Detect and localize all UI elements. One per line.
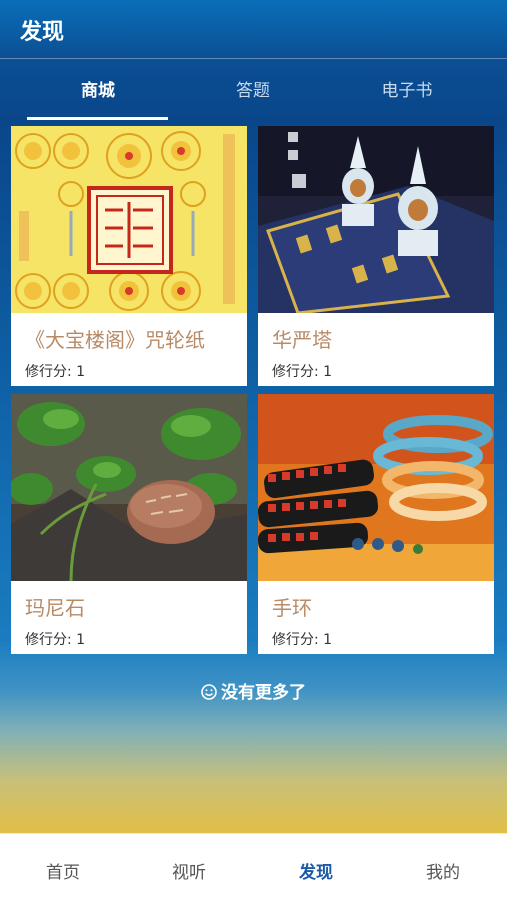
nav-me[interactable]: 我的 (380, 858, 506, 883)
mantra-wheel-paper-image (11, 126, 247, 313)
bottom-nav: 首页 视听 发现 我的 (0, 833, 507, 901)
tab-ebook[interactable]: 电子书 (337, 76, 477, 101)
nav-media[interactable]: 视听 (126, 858, 252, 883)
tab-quiz[interactable]: 答题 (183, 76, 323, 101)
product-score: 修行分: 1 (25, 364, 86, 380)
product-name: 手环 (272, 596, 312, 620)
active-tab-indicator (27, 117, 168, 120)
product-name: 《大宝楼阁》咒轮纸 (25, 328, 205, 352)
bracelets-image (258, 394, 494, 581)
product-score: 修行分: 1 (272, 364, 333, 380)
product-card[interactable]: 华严塔 修行分: 1 (258, 126, 494, 386)
category-tabs: 商城 答题 电子书 (0, 62, 507, 120)
product-card[interactable]: 《大宝楼阁》咒轮纸 修行分: 1 (11, 126, 247, 386)
tab-mall[interactable]: 商城 (28, 76, 168, 101)
smile-icon (201, 684, 217, 700)
product-score: 修行分: 1 (272, 632, 333, 648)
no-more-indicator: 没有更多了 (0, 678, 507, 703)
product-name: 华严塔 (272, 328, 332, 352)
nav-home[interactable]: 首页 (0, 858, 126, 883)
product-score: 修行分: 1 (25, 632, 86, 648)
product-grid: 《大宝楼阁》咒轮纸 修行分: 1 华严塔 修行分: 1 玛尼石 修行分: 1 手… (11, 126, 496, 656)
product-card[interactable]: 手环 修行分: 1 (258, 394, 494, 654)
top-bar: 发现 (0, 0, 507, 59)
mani-stone-image (11, 394, 247, 581)
crystal-stupa-image (258, 126, 494, 313)
product-name: 玛尼石 (25, 596, 85, 620)
page-title: 发现 (20, 20, 65, 45)
product-card[interactable]: 玛尼石 修行分: 1 (11, 394, 247, 654)
no-more-text: 没有更多了 (221, 683, 306, 703)
nav-discover[interactable]: 发现 (253, 858, 379, 883)
